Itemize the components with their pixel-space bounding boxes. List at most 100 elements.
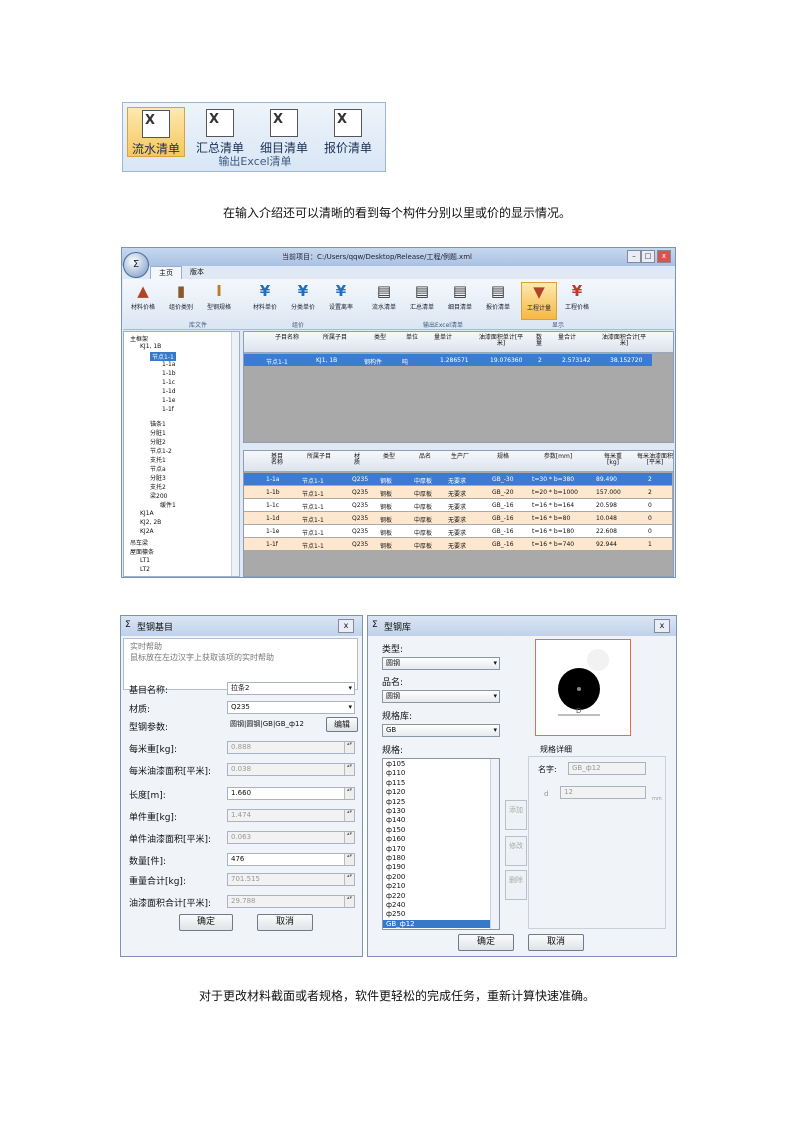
edit-button[interactable]: 编辑 bbox=[326, 717, 358, 732]
tree-node[interactable]: 分脏3 bbox=[150, 473, 166, 482]
maximize-button[interactable]: □ bbox=[641, 250, 655, 263]
spinner-icon[interactable]: ▴▾ bbox=[344, 832, 354, 843]
list-item[interactable]: ф190 bbox=[386, 863, 405, 871]
name-select[interactable]: 圆钢 ▾ bbox=[382, 690, 500, 703]
tree-node[interactable]: 1-1b bbox=[162, 370, 176, 377]
list-item[interactable]: ф140 bbox=[386, 816, 405, 824]
tree-node[interactable]: 锚条1 bbox=[150, 419, 166, 428]
tree-node[interactable]: 支托2 bbox=[150, 482, 166, 491]
tree-node[interactable]: KJ2A bbox=[140, 528, 154, 535]
tree-node[interactable]: 缓件1 bbox=[160, 500, 176, 509]
tree-node[interactable]: LT2 bbox=[140, 566, 150, 573]
list-item[interactable]: ф180 bbox=[386, 854, 405, 862]
spinner-icon[interactable]: ▴▾ bbox=[344, 896, 354, 907]
detail-list-ribbon-button[interactable]: ▤ 细目清单 bbox=[442, 282, 478, 320]
list-scrollbar[interactable] bbox=[490, 759, 499, 929]
total-weight-field[interactable]: 701.515 ▴▾ bbox=[227, 873, 355, 886]
weight-per-m-field[interactable]: 0.888 ▴▾ bbox=[227, 741, 355, 754]
spinner-icon[interactable]: ▴▾ bbox=[344, 874, 354, 885]
tree-node[interactable]: 1-1e bbox=[162, 397, 176, 404]
table-row[interactable]: 1-1b 节点1-1 Q235 钢板 中厚板 无要求 GB_-20 t=20 * b=1000… bbox=[244, 486, 672, 498]
tree-node[interactable]: 分脏2 bbox=[150, 437, 166, 446]
tab-version[interactable]: 版本 bbox=[182, 266, 212, 278]
tree-node[interactable]: 1-1a bbox=[162, 361, 175, 368]
list-item[interactable]: ф115 bbox=[386, 779, 405, 787]
spinner-icon[interactable]: ▴▾ bbox=[344, 764, 354, 775]
spinner-icon[interactable]: ▴▾ bbox=[344, 788, 354, 799]
project-measure-button[interactable]: ▼ 工程计量 bbox=[521, 282, 557, 320]
length-field[interactable]: 1.660 ▴▾ bbox=[227, 787, 355, 800]
quantity-field[interactable]: 476 ▴▾ bbox=[227, 853, 355, 866]
app-menu-orb[interactable]: Σ bbox=[123, 252, 149, 278]
list-item[interactable]: ф130 bbox=[386, 807, 405, 815]
spinner-icon[interactable]: ▴▾ bbox=[344, 810, 354, 821]
category-unit-price-button[interactable]: ¥ 分类单价 bbox=[285, 282, 321, 320]
project-price-button[interactable]: ¥ 工程价格 bbox=[559, 282, 595, 320]
list-item[interactable]: ф160 bbox=[386, 835, 405, 843]
tree-node[interactable]: 分脏1 bbox=[150, 428, 166, 437]
list-item[interactable]: ф220 bbox=[386, 892, 405, 900]
material-field[interactable]: Q235 ▾ bbox=[227, 701, 355, 714]
list-item[interactable]: ф170 bbox=[386, 845, 405, 853]
detail-list-button[interactable]: 细目清单 bbox=[255, 107, 313, 157]
quote-list-button[interactable]: 报价清单 bbox=[319, 107, 377, 157]
material-unit-price-button[interactable]: ¥ 材料单价 bbox=[247, 282, 283, 320]
steel-spec-button[interactable]: I 型钢规格 bbox=[201, 282, 237, 320]
tree-node[interactable]: KJ1, 1B bbox=[140, 343, 161, 350]
project-tree[interactable]: 主框架 KJ1, 1B 节点1-1 1-1a 1-1b 1-1c 1-1d 1-… bbox=[123, 331, 240, 577]
list-item[interactable]: ф120 bbox=[386, 788, 405, 796]
total-paint-area-field[interactable]: 29.788 ▴▾ bbox=[227, 895, 355, 908]
summary-list-ribbon-button[interactable]: ▤ 汇总清单 bbox=[404, 282, 440, 320]
spec-name-field[interactable]: GB_ф12 bbox=[568, 762, 646, 775]
modify-button[interactable]: 修改 bbox=[505, 836, 527, 866]
spec-list[interactable]: ф105 ф110 ф115 ф120 ф125 ф130 ф140 ф150 ф160 ф170… bbox=[382, 758, 500, 930]
table-row[interactable]: 1-1e 节点1-1 Q235 钢板 中厚板 无要求 GB_-16 t=16 * b=180 2… bbox=[244, 525, 672, 537]
close-button[interactable]: x bbox=[338, 619, 354, 633]
ok-button[interactable]: 确定 bbox=[458, 934, 514, 951]
tree-node[interactable]: 主框架 bbox=[130, 334, 148, 343]
tree-node[interactable]: 1-1c bbox=[162, 379, 175, 386]
base-name-field[interactable]: 拉条2 ▾ bbox=[227, 682, 355, 695]
list-item[interactable]: ф105 bbox=[386, 760, 405, 768]
delete-button[interactable]: 删除 bbox=[505, 870, 527, 900]
list-item[interactable]: ф125 bbox=[386, 798, 405, 806]
tree-node[interactable]: 梁200 bbox=[150, 491, 167, 500]
ok-button[interactable]: 确定 bbox=[179, 914, 233, 931]
tree-node[interactable]: LT1 bbox=[140, 557, 150, 564]
cancel-button[interactable]: 取消 bbox=[257, 914, 313, 931]
spinner-icon[interactable]: ▴▾ bbox=[344, 854, 354, 865]
table-row[interactable]: 1-1d 节点1-1 Q235 钢板 中厚板 无要求 GB_-16 t=16 * b=80 10… bbox=[244, 512, 672, 524]
cancel-button[interactable]: 取消 bbox=[528, 934, 584, 951]
quote-list-ribbon-button[interactable]: ▤ 报价清单 bbox=[480, 282, 516, 320]
table-row[interactable]: 1-1f 节点1-1 Q235 钢板 中厚板 无要求 GB_-16 t=16 * b=740 9… bbox=[244, 538, 672, 550]
add-button[interactable]: 添加 bbox=[505, 800, 527, 830]
list-item[interactable]: GB_ф12 bbox=[383, 919, 494, 928]
tree-node[interactable]: KJ2, 2B bbox=[140, 519, 161, 526]
list-item[interactable]: ф250 bbox=[386, 910, 405, 918]
tab-home[interactable]: 主页 bbox=[150, 266, 182, 279]
tree-node[interactable]: 屋面檩条 bbox=[130, 547, 154, 556]
tree-node[interactable]: 吊车梁 bbox=[130, 538, 148, 547]
table-row[interactable]: 节点1-1 KJ1, 1B 钢构件 吨 1.286571 19.076360 2… bbox=[244, 354, 652, 366]
price-category-button[interactable]: ▮ 组价类别 bbox=[163, 282, 199, 320]
list-item[interactable]: ф150 bbox=[386, 826, 405, 834]
diameter-field[interactable]: 12 bbox=[560, 786, 646, 799]
tree-scrollbar[interactable] bbox=[231, 332, 239, 576]
material-price-button[interactable]: ▲ 材料价格 bbox=[125, 282, 161, 320]
tree-node[interactable]: KJ1A bbox=[140, 510, 154, 517]
lib-select[interactable]: GB ▾ bbox=[382, 724, 500, 737]
steel-params-field[interactable]: 圆钢|圆钢|GB|GB_ф12 bbox=[227, 719, 323, 732]
list-item[interactable]: ф200 bbox=[386, 873, 405, 881]
unit-weight-field[interactable]: 1.474 ▴▾ bbox=[227, 809, 355, 822]
list-item[interactable]: ф210 bbox=[386, 882, 405, 890]
tree-node-selected[interactable]: 节点1-1 bbox=[150, 352, 176, 361]
tree-node[interactable]: 1-1d bbox=[162, 388, 176, 395]
flow-list-button[interactable]: 流水清单 bbox=[127, 107, 185, 157]
close-button[interactable]: x bbox=[654, 619, 670, 633]
table-row[interactable]: 1-1a 节点1-1 Q235 钢板 中厚板 无要求 GB_-30 t=30 * b=380 8… bbox=[244, 473, 672, 485]
tree-node[interactable]: 节点a bbox=[150, 464, 166, 473]
list-item[interactable]: ф240 bbox=[386, 901, 405, 909]
tree-node[interactable]: 节点1-2 bbox=[150, 446, 172, 455]
set-rate-button[interactable]: ¥ 设置离率 bbox=[323, 282, 359, 320]
spinner-icon[interactable]: ▴▾ bbox=[344, 742, 354, 753]
